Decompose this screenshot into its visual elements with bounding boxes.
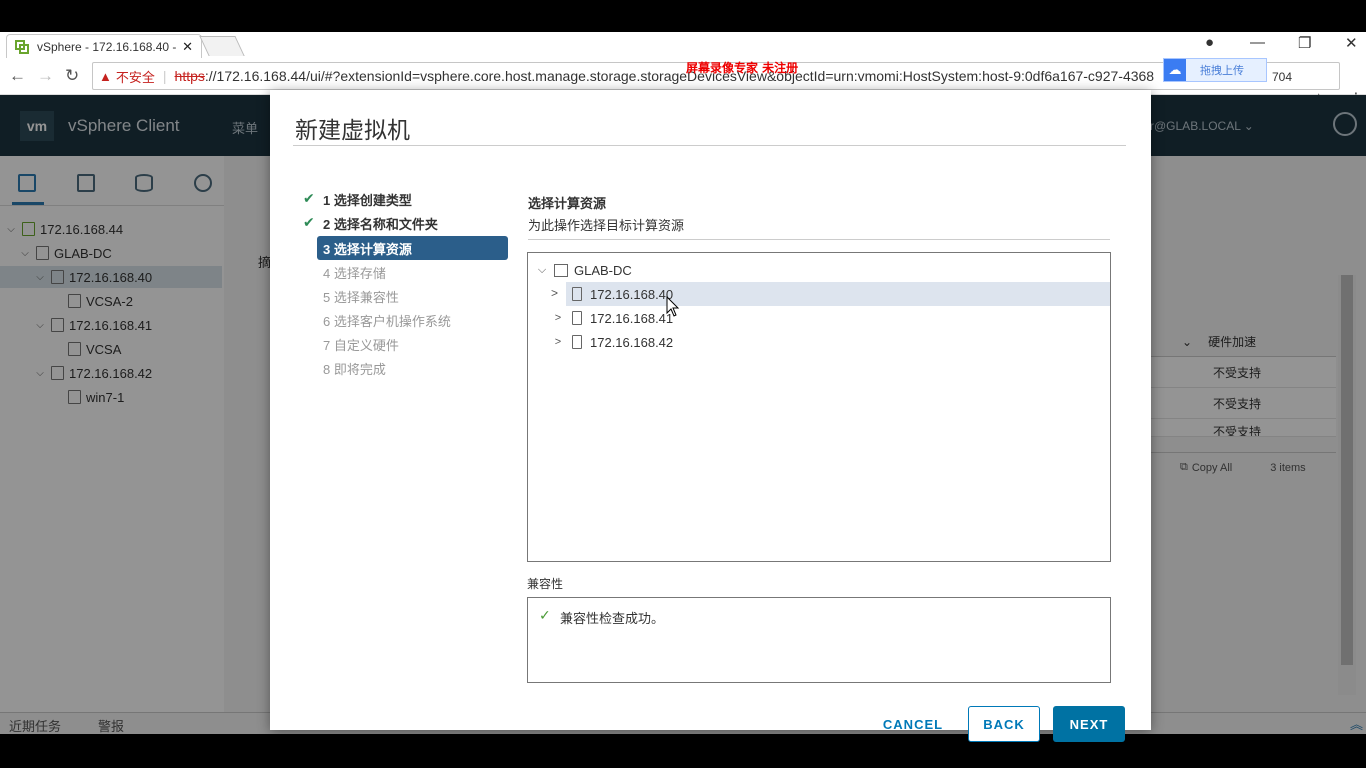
section-subtitle: 为此操作选择目标计算资源 [528,218,685,233]
wizard-step-1[interactable]: ✔ 1 选择创建类型 [300,187,508,211]
tree-node-label: 172.16.168.41 [590,310,674,326]
omnibox-separator: | [162,68,167,84]
tree-node-host[interactable]: > 172.16.168.41 [528,306,1110,330]
datacenter-icon [554,263,568,277]
cancel-button[interactable]: CANCEL [868,706,958,742]
next-button[interactable]: NEXT [1053,706,1125,742]
tree-node-host[interactable]: 172.16.168.40 [566,282,1110,306]
title-divider [293,145,1126,146]
check-icon: ✔ [303,190,315,206]
cloud-icon: ☁ [1164,59,1186,81]
minimize-icon[interactable]: — [1250,34,1265,51]
tab-title: vSphere - 172.16.168.40 - [37,39,177,54]
wizard-step-7: 7 自定义硬件 [300,332,508,356]
profile-icon[interactable]: ● [1205,34,1214,51]
new-tab-button[interactable] [199,36,245,56]
restore-icon[interactable]: ❐ [1298,34,1311,52]
tab-close-icon[interactable]: ✕ [182,39,193,55]
step-label: 3 选择计算资源 [323,241,412,257]
tree-node-datacenter[interactable]: ⌵ GLAB-DC [528,258,1110,282]
browser-tab[interactable]: vSphere - 172.16.168.40 - ✕ [6,34,202,58]
recorder-watermark: 屏幕录像专家 未注册 [686,61,799,75]
url-tail: 704 [1272,70,1293,84]
step-label: 2 选择名称和文件夹 [323,216,438,232]
wizard-step-4: 4 选择存储 [300,260,508,284]
dialog-title: 新建虚拟机 [295,117,410,143]
compatibility-message: 兼容性检查成功。 [560,611,665,626]
cloud-upload-label: 拖拽上传 [1200,65,1244,77]
section-divider [528,239,1110,240]
screen: vSphere - 172.16.168.40 - ✕ ● — ❐ ✕ ← → … [0,0,1366,768]
tree-node-host[interactable]: > 172.16.168.42 [528,330,1110,354]
host-icon [572,287,582,301]
step-label: 6 选择客户机操作系统 [323,313,451,329]
step-label: 5 选择兼容性 [323,289,399,305]
new-vm-wizard-dialog: 新建虚拟机 ✔ 1 选择创建类型 ✔ 2 选择名称和文件夹 3 选择计算资源 4 选… [270,90,1151,742]
back-button[interactable]: BACK [968,706,1040,742]
tree-node-label: 172.16.168.40 [590,286,674,302]
wizard-step-3[interactable]: 3 选择计算资源 [317,236,508,260]
forward-arrow-icon[interactable]: → [37,66,54,86]
vsphere-favicon-icon [15,39,29,54]
chevron-down-icon[interactable]: ⌵ [534,264,550,277]
wizard-step-5: 5 选择兼容性 [300,284,508,308]
check-icon: ✔ [303,214,315,230]
step-label: 7 自定义硬件 [323,337,399,353]
host-icon [572,335,582,349]
step-label: 8 即将完成 [323,361,386,377]
chevron-right-icon[interactable]: > [551,286,558,300]
cloud-upload-button[interactable]: ☁ 拖拽上传 [1163,58,1267,82]
warning-icon: ▲ [99,68,112,84]
reload-icon[interactable]: ↻ [65,66,79,86]
not-secure-label: 不安全 [115,69,155,85]
compatibility-label: 兼容性 [527,577,564,591]
compatibility-box: ✓ 兼容性检查成功。 [527,597,1111,683]
back-arrow-icon[interactable]: ← [9,66,26,86]
mouse-cursor-icon [666,296,680,317]
tab-strip: vSphere - 172.16.168.40 - ✕ ● — ❐ ✕ [0,32,1366,58]
wizard-step-8: 8 即将完成 [300,356,508,380]
host-icon [572,311,582,325]
url-text: ://172.16.168.44/ui/#?extensionId=vspher… [204,68,1155,84]
chevron-right-icon[interactable]: > [550,312,566,324]
tree-node-label: GLAB-DC [574,262,632,278]
success-check-icon: ✓ [539,607,551,623]
wizard-step-6: 6 选择客户机操作系统 [300,308,508,332]
step-label: 4 选择存储 [323,265,386,281]
window-close-icon[interactable]: ✕ [1345,34,1358,52]
compute-resource-tree: ⌵ GLAB-DC 172.16.168.40 > > 172.16.168.4… [527,252,1111,562]
url-scheme: https [174,68,205,84]
step-label: 1 选择创建类型 [323,192,412,208]
wizard-step-2[interactable]: ✔ 2 选择名称和文件夹 [300,211,508,235]
section-title: 选择计算资源 [528,196,607,211]
chevron-right-icon[interactable]: > [550,336,566,348]
tree-node-label: 172.16.168.42 [590,334,674,350]
